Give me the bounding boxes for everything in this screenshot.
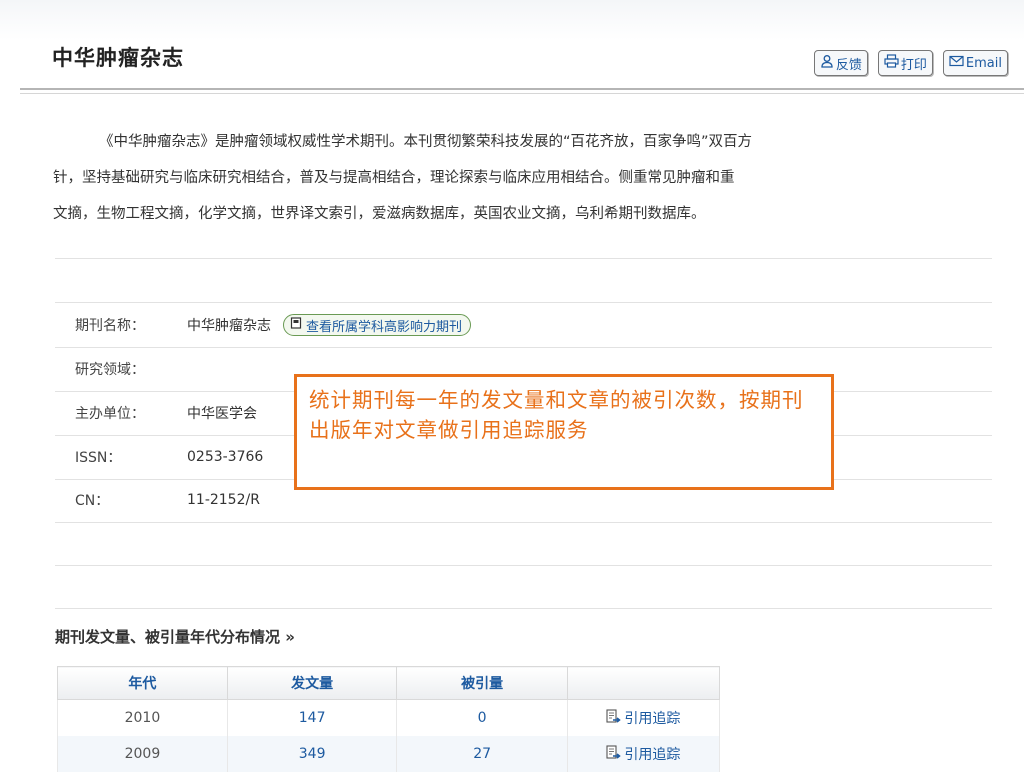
print-label: 打印 xyxy=(900,57,927,73)
toolbar: 反馈 打印 Email xyxy=(813,50,1008,76)
page-title: 中华肿瘤杂志 xyxy=(52,45,184,70)
action-cell: 引用追踪 xyxy=(566,699,721,736)
journal-intro: 《中华肿瘤杂志》是肿瘤领域权威性学术期刊。本刊贯彻繁荣科技发展的“百花齐放，百家… xyxy=(53,124,995,232)
column-header: 被引量 xyxy=(396,666,568,700)
email-button[interactable]: Email xyxy=(942,50,1008,76)
divider xyxy=(55,565,992,566)
column-header: 年代 xyxy=(57,666,228,700)
subject-journals-link[interactable]: 查看所属学科高影响力期刊 xyxy=(283,314,472,336)
divider xyxy=(55,608,992,609)
info-label: ISSN： xyxy=(75,450,122,466)
intro-line: 《中华肿瘤杂志》是肿瘤领域权威性学术期刊。本刊贯彻繁荣科技发展的“百花齐放，百家… xyxy=(99,134,753,150)
header-divider xyxy=(20,88,1024,90)
info-value: 中华肿瘤杂志 xyxy=(187,318,271,334)
info-value: 中华医学会 xyxy=(187,406,257,422)
action-cell: 引用追踪 xyxy=(566,736,721,772)
citations-cell: 0 xyxy=(396,699,568,736)
column-header: 发文量 xyxy=(226,666,398,700)
info-value: 0253-3766 xyxy=(187,449,264,465)
info-row-title: 期刊名称： 中华肿瘤杂志 查看所属学科高影响力期刊 xyxy=(55,303,992,348)
divider xyxy=(55,258,992,259)
printer-icon xyxy=(884,54,901,72)
email-label: Email xyxy=(965,55,1002,71)
articles-cell: 349 xyxy=(226,736,398,772)
table-row: 2010 147 0 引用追踪 xyxy=(57,699,721,736)
intro-line: 针，坚持基础研究与临床研究相结合，普及与提高相结合，理论探索与临床应用相结合。侧… xyxy=(53,170,735,186)
citation-tracking-link[interactable]: 引用追踪 xyxy=(606,708,680,728)
feedback-button[interactable]: 反馈 xyxy=(813,50,868,76)
tracking-label: 引用追踪 xyxy=(624,711,681,727)
person-icon xyxy=(820,54,836,72)
table-row: 2009 349 27 引用追踪 xyxy=(57,736,721,772)
subject-link-label: 查看所属学科高影响力期刊 xyxy=(306,319,463,335)
stats-section-title: 期刊发文量、被引量年代分布情况 » xyxy=(55,628,295,646)
info-label: 研究领域： xyxy=(75,362,145,378)
year-cell: 2009 xyxy=(57,736,228,772)
top-background xyxy=(0,0,1024,40)
tracking-icon xyxy=(606,708,624,728)
stats-table: 年代 发文量 被引量 2010 147 0 引用追踪 2009 349 27 引… xyxy=(57,666,721,772)
info-label: 期刊名称： xyxy=(75,318,145,334)
column-header xyxy=(566,666,721,700)
table-header-row: 年代 发文量 被引量 xyxy=(57,666,721,700)
document-icon xyxy=(290,317,306,333)
print-button[interactable]: 打印 xyxy=(877,50,933,76)
envelope-icon xyxy=(949,55,966,71)
annotation-callout: 统计期刊每一年的发文量和文章的被引次数，按期刊出版年对文章做引用追踪服务 xyxy=(294,374,834,490)
info-label: 主办单位： xyxy=(75,406,145,422)
citations-cell: 27 xyxy=(396,736,568,772)
feedback-label: 反馈 xyxy=(835,57,862,73)
tracking-icon xyxy=(606,744,624,764)
year-cell: 2010 xyxy=(57,699,228,736)
citation-tracking-link[interactable]: 引用追踪 xyxy=(606,744,680,764)
intro-line: 文摘，生物工程文摘，化学文摘，世界译文索引，爱滋病数据库，英国农业文摘，乌利希期… xyxy=(53,206,706,222)
articles-cell: 147 xyxy=(226,699,398,736)
header-divider-thin xyxy=(20,93,1024,94)
tracking-label: 引用追踪 xyxy=(624,747,681,763)
info-value: 11-2152/R xyxy=(187,492,260,508)
info-label: CN： xyxy=(75,493,110,509)
